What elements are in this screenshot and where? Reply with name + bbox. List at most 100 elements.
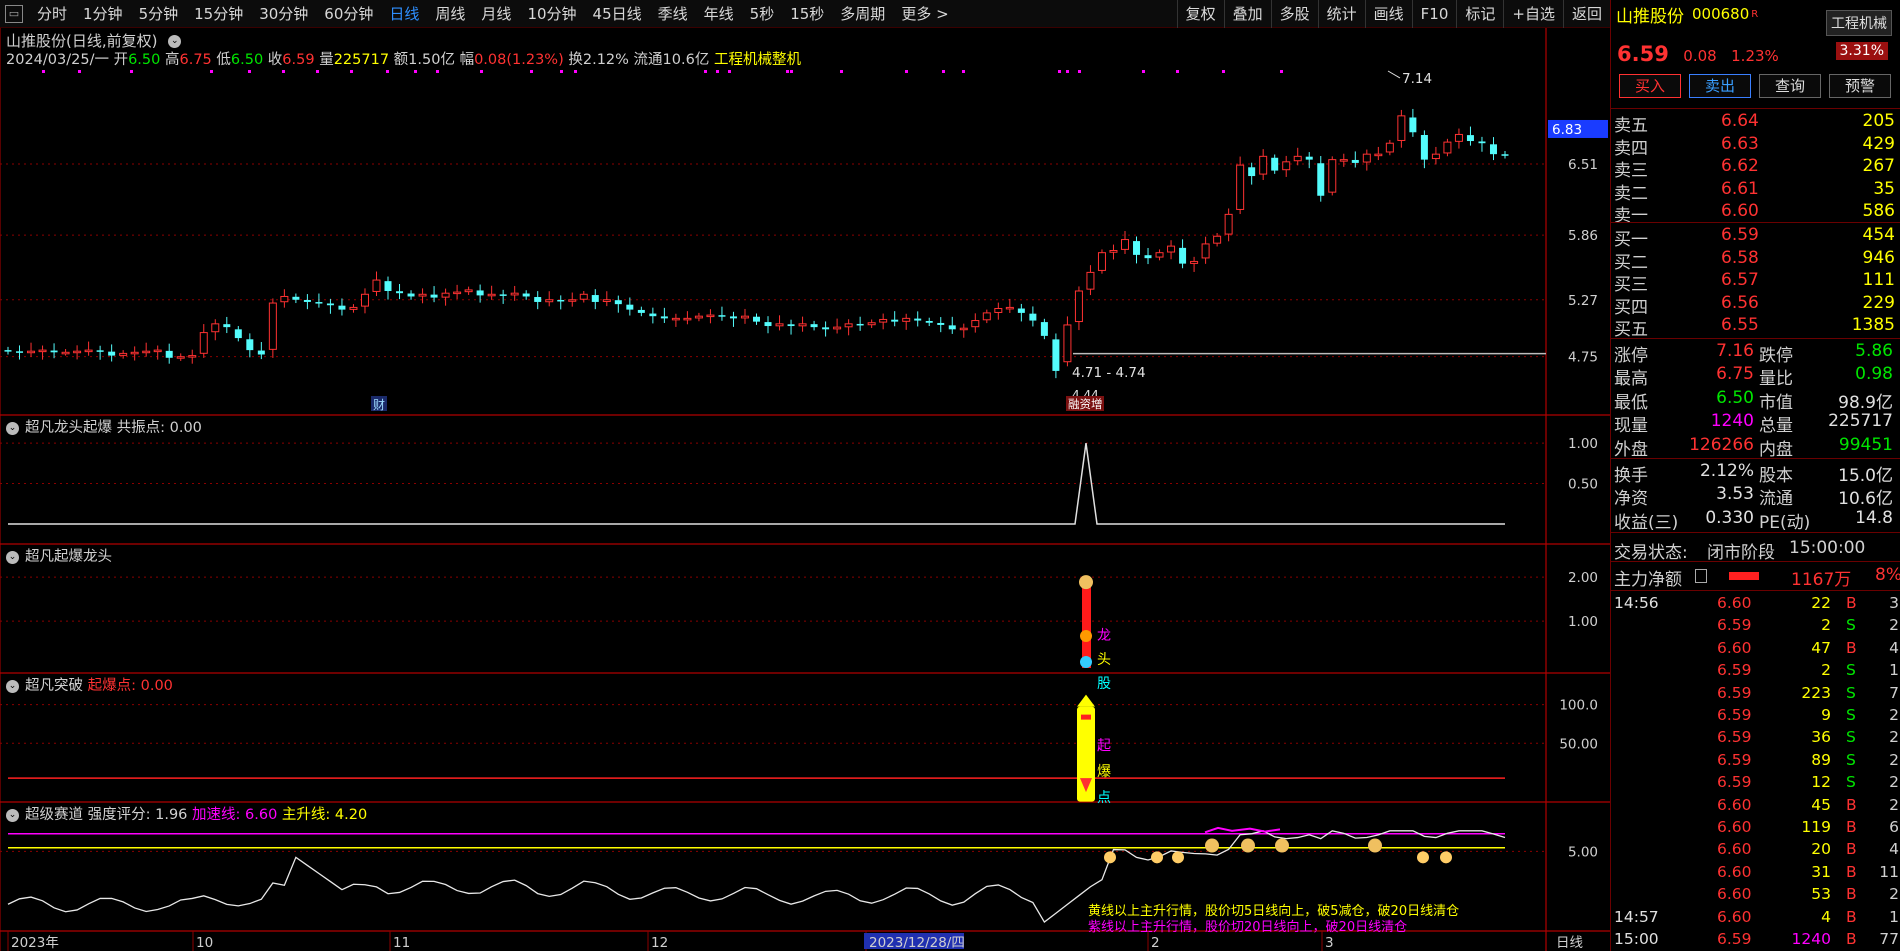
tick-side: S xyxy=(1846,706,1856,724)
tool-button[interactable]: 复权 xyxy=(1176,0,1224,28)
ask-row[interactable]: 卖四 6.63 429 xyxy=(1611,134,1900,159)
candle-body xyxy=(50,350,58,353)
panel-settings-icon[interactable]: ⌄ xyxy=(6,550,19,564)
stat-value: 6.75 xyxy=(1716,364,1754,385)
candle-body xyxy=(499,294,507,296)
tool-button[interactable]: 多股 xyxy=(1270,0,1318,28)
app-window: ▭ 分时 1分钟 5分钟 15分钟 30分钟 60分钟 日线 周线 月线 10分钟 45日线 季线 年线… xyxy=(0,0,1900,951)
doc-icon[interactable] xyxy=(1695,569,1707,583)
period-toolbar: ▭ 分时 1分钟 5分钟 15分钟 30分钟 60分钟 日线 周线 月线 10分钟 45日线 季线 年线… xyxy=(0,0,1610,28)
panel1-label: 共振点: xyxy=(116,420,165,436)
candle-body xyxy=(1074,290,1083,323)
sell-button[interactable]: 卖出 xyxy=(1689,74,1751,98)
period-tab[interactable]: 周线 xyxy=(427,3,473,24)
tool-button[interactable]: F10 xyxy=(1411,0,1457,28)
tick-side: B xyxy=(1846,818,1857,836)
signal-dot xyxy=(282,70,285,73)
bid-row[interactable]: 买五 6.55 1385 xyxy=(1611,315,1900,340)
tick-side: B xyxy=(1846,594,1857,612)
period-tab[interactable]: 15秒 xyxy=(782,3,832,24)
candle-body xyxy=(27,350,36,354)
stat-row: 现量 1240 总量 225717 xyxy=(1611,411,1900,436)
period-tab[interactable]: 更多 > xyxy=(893,3,956,24)
price-tick-label: 5.27 xyxy=(1568,293,1598,309)
candle-body xyxy=(1029,313,1037,321)
tool-button[interactable]: 统计 xyxy=(1317,0,1365,28)
dragon-bar xyxy=(1082,585,1091,668)
date-label: 10 xyxy=(196,935,213,951)
period-tab[interactable]: 1分钟 xyxy=(75,3,131,24)
tick-side: S xyxy=(1846,728,1856,747)
tool-button[interactable]: 标记 xyxy=(1456,0,1503,28)
candle-body xyxy=(534,297,542,302)
tool-button[interactable]: +自选 xyxy=(1503,0,1563,28)
candle-body xyxy=(994,308,1003,313)
ask-row[interactable]: 卖三 6.62 267 xyxy=(1611,156,1900,181)
period-tab[interactable]: 日线 xyxy=(381,3,427,24)
p1-tick-label: 0.50 xyxy=(1568,477,1598,493)
period-tab[interactable]: 分时 xyxy=(29,3,75,24)
candle-body xyxy=(176,356,185,359)
period-tab[interactable]: 30分钟 xyxy=(251,3,316,24)
tick-volume: 4 xyxy=(1821,907,1831,926)
industry-button[interactable]: 工程机械 xyxy=(1826,10,1892,36)
tick-row: 6.60 119 B 6 xyxy=(1611,818,1900,840)
candle-body xyxy=(349,306,358,310)
period-tab[interactable]: 5秒 xyxy=(742,3,783,24)
candle-body xyxy=(280,295,289,303)
panel-settings-icon[interactable]: ⌄ xyxy=(6,679,19,693)
candle-body xyxy=(61,351,70,355)
menu-icon[interactable]: ▭ xyxy=(5,4,23,23)
tick-volume: 31 xyxy=(1811,862,1831,881)
signal-dot xyxy=(480,70,483,73)
buy-button[interactable]: 买入 xyxy=(1619,74,1681,98)
tool-button[interactable]: 画线 xyxy=(1364,0,1412,28)
tick-price: 6.60 xyxy=(1717,594,1752,612)
tick-price: 6.59 xyxy=(1717,750,1752,769)
stat-value: 126266 xyxy=(1689,434,1754,455)
tick-volume: 20 xyxy=(1811,840,1831,859)
ask-row[interactable]: 卖二 6.61 35 xyxy=(1611,179,1900,204)
query-button[interactable]: 查询 xyxy=(1759,74,1821,98)
ask-row[interactable]: 卖五 6.64 205 xyxy=(1611,111,1900,136)
chart-tools: 复权 叠加 多股 统计 画线 F10 标记 +自选 返回 xyxy=(1176,0,1610,28)
period-tab[interactable]: 60分钟 xyxy=(316,3,381,24)
bid-row[interactable]: 买四 6.56 229 xyxy=(1611,293,1900,318)
candle-body xyxy=(510,292,519,296)
money-bag-icon xyxy=(1275,838,1289,853)
period-tab[interactable]: 月线 xyxy=(473,3,519,24)
bid-row[interactable]: 买二 6.58 946 xyxy=(1611,248,1900,273)
period-tab[interactable]: 年线 xyxy=(696,3,742,24)
period-tab[interactable]: 45日线 xyxy=(585,3,650,24)
p2-tick-label: 2.00 xyxy=(1568,570,1598,586)
candle-body xyxy=(902,317,911,322)
breakout-char: 点 xyxy=(1097,790,1111,806)
ask-price: 6.60 xyxy=(1721,201,1759,222)
tick-count: 77 xyxy=(1879,930,1899,948)
tick-volume: 53 xyxy=(1811,885,1831,904)
period-tab[interactable]: 15分钟 xyxy=(186,3,251,24)
candle-body xyxy=(1133,241,1141,255)
period-tab[interactable]: 季线 xyxy=(650,3,696,24)
tick-count: 2 xyxy=(1889,616,1899,635)
ask-row[interactable]: 卖一 6.60 586 xyxy=(1611,201,1900,226)
candle-body xyxy=(268,302,277,350)
panel-settings-icon[interactable]: ⌄ xyxy=(6,421,19,435)
tool-button[interactable]: 返回 xyxy=(1562,0,1610,28)
bid-row[interactable]: 买一 6.59 454 xyxy=(1611,225,1900,250)
panel4-title: ⌄ 超级赛道 强度评分: 1.96 加速线: 6.60 主升线: 4.20 xyxy=(6,803,367,824)
candle-body xyxy=(1397,115,1406,141)
stat-value: 15.0亿 xyxy=(1838,466,1893,486)
candle-body xyxy=(407,293,415,297)
bid-row[interactable]: 买三 6.57 111 xyxy=(1611,270,1900,295)
period-tab[interactable]: 5分钟 xyxy=(131,3,187,24)
alert-button[interactable]: 预警 xyxy=(1829,74,1891,98)
period-tab[interactable]: 多周期 xyxy=(832,3,893,24)
candle-body xyxy=(1213,235,1222,244)
p1-tick-label: 1.00 xyxy=(1568,436,1598,452)
candle-body xyxy=(1466,135,1474,142)
period-tab[interactable]: 10分钟 xyxy=(519,3,584,24)
p4-tick-label: 5.00 xyxy=(1568,844,1598,860)
tool-button[interactable]: 叠加 xyxy=(1223,0,1271,28)
panel-settings-icon[interactable]: ⌄ xyxy=(6,808,19,822)
